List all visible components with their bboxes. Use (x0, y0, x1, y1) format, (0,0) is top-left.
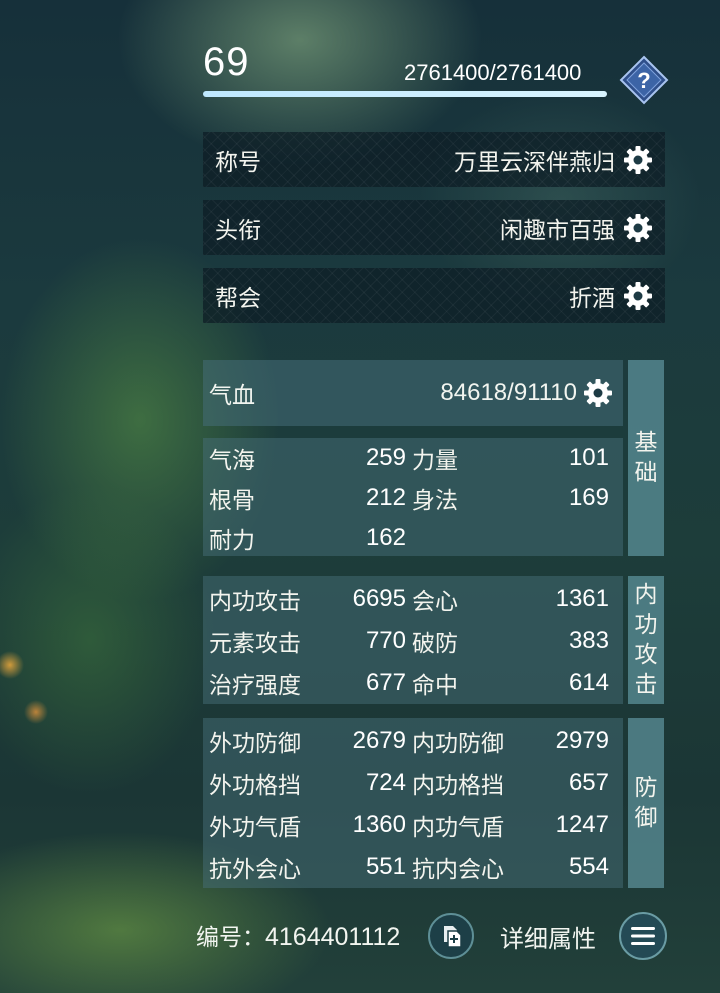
stat-value: 1360 (352, 811, 406, 838)
stat-value: 554 (568, 853, 609, 880)
stat-value: 2679 (352, 727, 406, 754)
hp-value: 84618/91110 (440, 379, 577, 406)
stat-name: 内功气盾 (412, 815, 504, 841)
title-value: 万里云深伴燕归 (454, 149, 615, 176)
stat-value: 6695 (352, 585, 406, 612)
gear-icon[interactable] (623, 281, 653, 311)
tab-attack-char: 功 (634, 612, 658, 638)
copy-icon (444, 926, 462, 948)
attack-stats-panel: 内功攻击 6695 会心 1361 元素攻击 770 破防 383 治疗强度 677 命中… (203, 576, 623, 704)
experience-text: 2761400/2761400 (404, 60, 582, 85)
detailed-attributes-label[interactable]: 详细属性 (500, 919, 596, 954)
help-diamond-icon: ? (619, 55, 669, 105)
stat-name: 内功格挡 (412, 773, 504, 799)
tab-defense-char: 御 (634, 805, 658, 831)
tab-defense[interactable]: 防 御 (628, 718, 664, 888)
experience-bar (203, 91, 607, 97)
gear-icon[interactable] (623, 213, 653, 243)
defense-stats-panel: 外功防御 2679 内功防御 2979 外功格挡 724 内功格挡 657 外功气盾 13… (203, 718, 623, 888)
tab-attack-char: 攻 (634, 642, 658, 668)
stat-name: 元素攻击 (209, 631, 301, 657)
guild-row: 帮会 折酒 (203, 268, 665, 323)
stat-value: 724 (365, 769, 406, 796)
stat-name: 内功攻击 (209, 589, 301, 615)
stat-name: 抗外会心 (209, 857, 301, 883)
stat-row: 治疗强度 677 命中 614 (209, 662, 615, 704)
tab-defense-char: 防 (634, 775, 658, 801)
player-id-value: 4164401112 (265, 923, 401, 951)
hp-label: 气血 (209, 383, 255, 409)
rank-title-row: 头衔 闲趣市百强 (203, 200, 665, 255)
hp-row: 气血 84618/91110 (203, 360, 623, 426)
guild-label: 帮会 (215, 285, 261, 312)
player-id-label: 编号： (196, 925, 265, 951)
player-id: 编号：4164401112 (196, 918, 400, 952)
stat-value: 101 (568, 444, 609, 471)
stat-row: 外功格挡 724 内功格挡 657 (209, 762, 615, 804)
stat-row: 内功攻击 6695 会心 1361 (209, 578, 615, 620)
stat-value: 770 (365, 627, 406, 654)
stat-value: 1361 (555, 585, 609, 612)
stat-name: 内功防御 (412, 731, 504, 757)
tab-attack[interactable]: 内 功 攻 击 (628, 576, 664, 704)
stat-name: 根骨 (209, 488, 255, 514)
stat-name: 治疗强度 (209, 673, 301, 699)
title-label: 称号 (215, 149, 261, 176)
stat-name: 破防 (412, 631, 458, 657)
tab-attack-char: 击 (634, 672, 658, 698)
player-level: 69 (203, 40, 250, 84)
stat-name: 抗内会心 (412, 857, 504, 883)
basic-stats-panel: 气海 259 力量 101 根骨 212 身法 169 耐力 162 (203, 438, 623, 556)
experience-bar-fill (203, 91, 607, 97)
stat-row: 抗外会心 551 抗内会心 554 (209, 846, 615, 888)
help-button[interactable]: ? (619, 55, 669, 105)
stat-value: 551 (365, 853, 406, 880)
rank-title-label: 头衔 (215, 217, 261, 244)
stat-value: 1247 (555, 811, 609, 838)
stat-name: 外功气盾 (209, 815, 301, 841)
copy-id-button[interactable] (428, 913, 474, 959)
stat-row: 气海 259 力量 101 (209, 438, 615, 478)
stat-name: 力量 (412, 448, 458, 474)
stat-value: 259 (365, 444, 406, 471)
stat-row: 元素攻击 770 破防 383 (209, 620, 615, 662)
stat-value: 614 (568, 669, 609, 696)
stat-row: 外功防御 2679 内功防御 2979 (209, 720, 615, 762)
tab-basic[interactable]: 基 础 (628, 360, 664, 556)
gear-icon[interactable] (583, 378, 613, 408)
stat-value: 162 (365, 524, 406, 551)
stat-name: 外功防御 (209, 731, 301, 757)
rank-title-value: 闲趣市百强 (500, 217, 615, 244)
stat-row: 外功气盾 1360 内功气盾 1247 (209, 804, 615, 846)
stat-value: 677 (365, 669, 406, 696)
stat-value: 383 (568, 627, 609, 654)
stat-value: 169 (568, 484, 609, 511)
svg-text:?: ? (637, 68, 650, 93)
guild-value: 折酒 (569, 285, 615, 312)
tab-attack-char: 内 (634, 582, 658, 608)
title-row: 称号 万里云深伴燕归 (203, 132, 665, 187)
stat-value: 657 (568, 769, 609, 796)
stat-row: 耐力 162 (209, 518, 615, 558)
stat-value: 2979 (555, 727, 609, 754)
stat-name: 身法 (412, 488, 458, 514)
stat-value: 212 (365, 484, 406, 511)
stat-name: 会心 (412, 589, 458, 615)
detailed-attributes-button[interactable] (619, 912, 667, 960)
stat-name: 命中 (412, 673, 458, 699)
tab-basic-char: 础 (634, 460, 658, 486)
gear-icon[interactable] (623, 145, 653, 175)
hamburger-menu-icon (631, 927, 655, 945)
stat-name: 外功格挡 (209, 773, 301, 799)
stat-name: 气海 (209, 448, 255, 474)
stat-name: 耐力 (209, 528, 255, 554)
tab-basic-char: 基 (634, 430, 658, 456)
stat-row: 根骨 212 身法 169 (209, 478, 615, 518)
